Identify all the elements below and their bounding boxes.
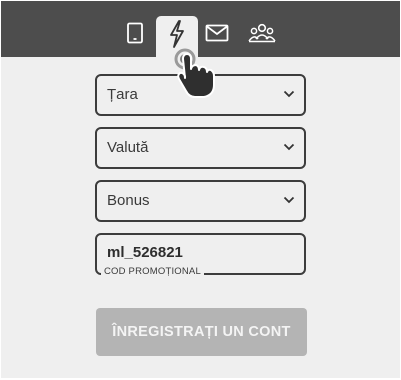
promo-code-field[interactable]: ml_526821 COD PROMOȚIONAL xyxy=(95,233,306,278)
envelope-icon xyxy=(205,24,229,42)
user-group-icon xyxy=(248,23,276,43)
tab-phone[interactable] xyxy=(117,15,153,51)
currency-select[interactable]: Valută xyxy=(95,127,306,169)
tap-hand-cursor-icon xyxy=(174,48,215,98)
bonus-select[interactable]: Bonus xyxy=(95,180,306,222)
chevron-down-icon xyxy=(283,143,295,151)
bonus-select-value: Bonus xyxy=(107,192,150,209)
chevron-down-icon xyxy=(283,196,295,204)
country-select-value: Țara xyxy=(107,86,138,103)
mobile-phone-icon xyxy=(127,22,143,44)
promo-code-label: COD PROMOȚIONAL xyxy=(101,266,204,278)
tab-social[interactable] xyxy=(244,15,280,51)
chevron-down-icon xyxy=(283,90,295,98)
register-account-button[interactable]: ÎNREGISTRAȚI UN CONT xyxy=(96,308,307,356)
currency-select-value: Valută xyxy=(107,139,149,156)
registration-panel: Țara Valută Bonus ml_526821 COD PROMOȚIO… xyxy=(1,1,400,378)
